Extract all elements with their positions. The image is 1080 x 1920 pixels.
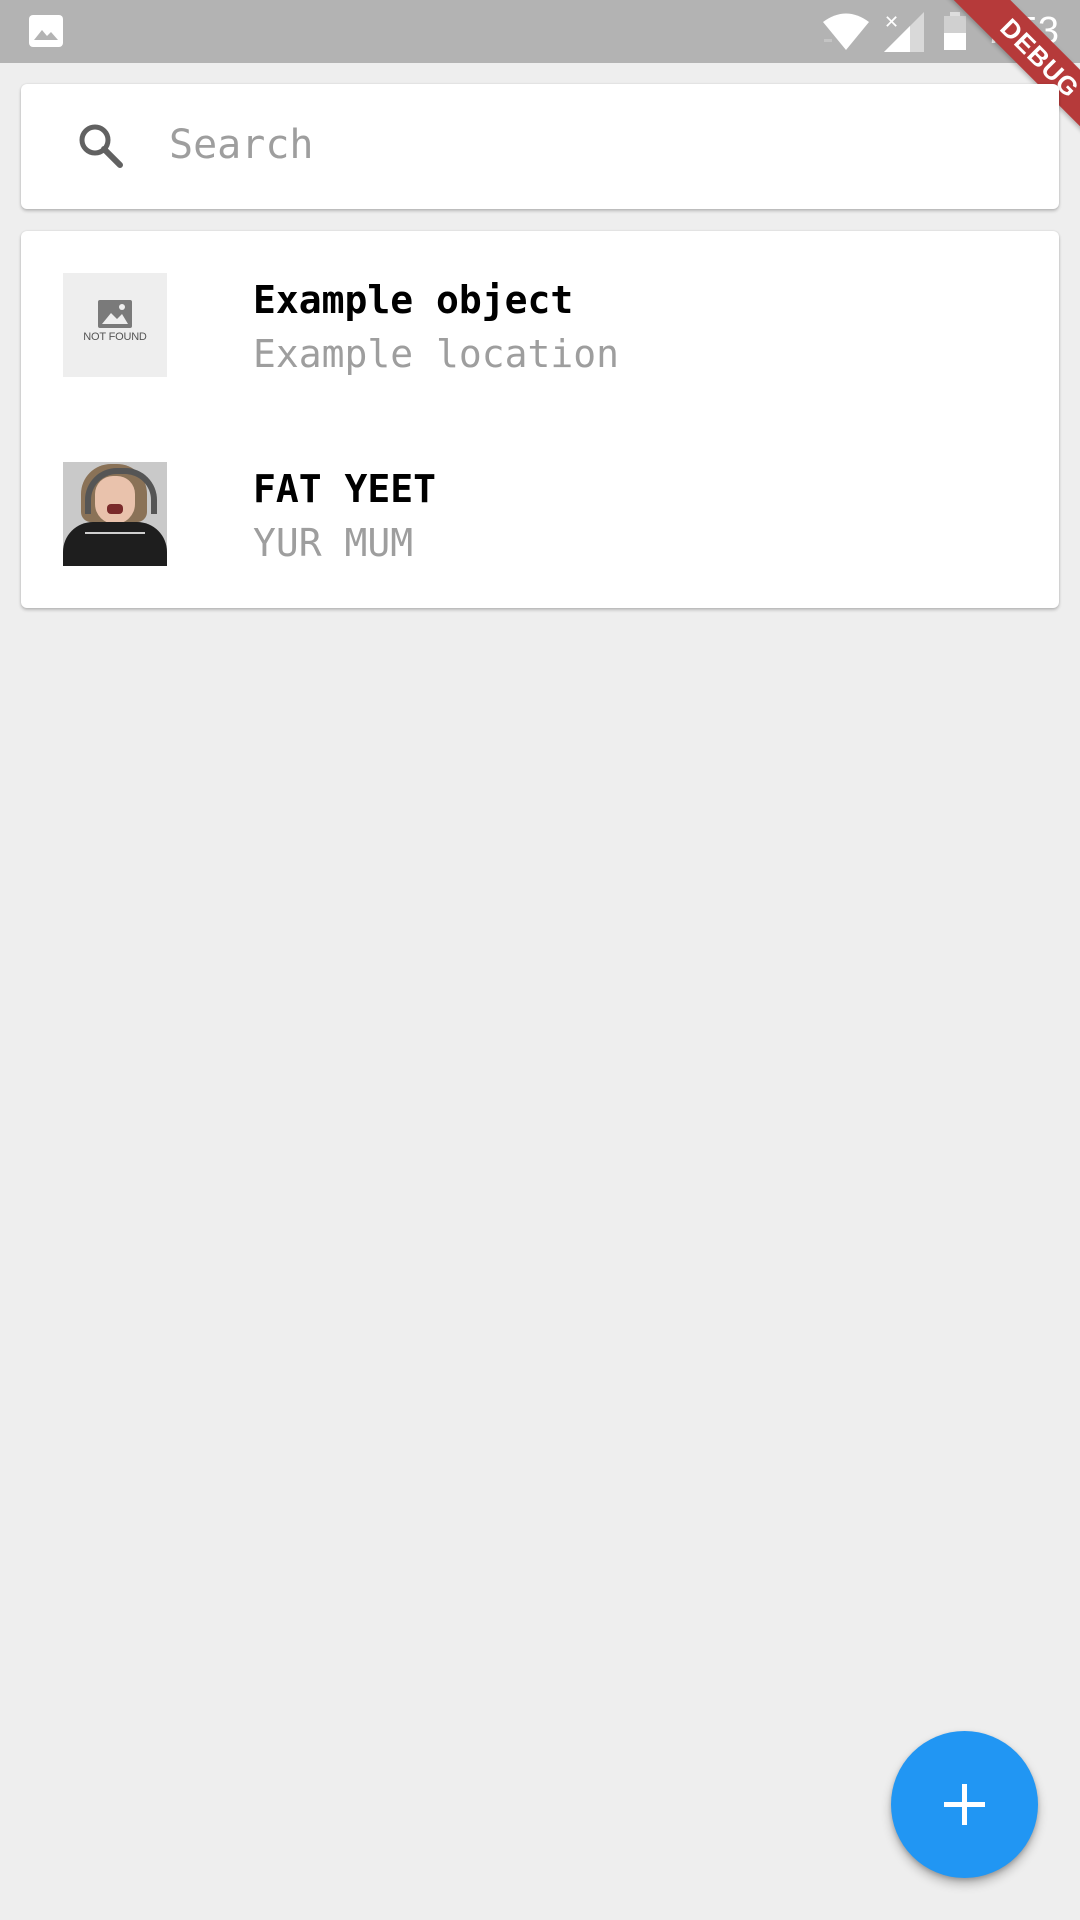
list-item[interactable]: FAT YEET YUR MUM (21, 420, 1059, 608)
item-photo (63, 462, 167, 566)
status-bar: ✕ 7:53 (0, 0, 1080, 63)
not-found-image-icon: NOT FOUND (63, 273, 167, 377)
signal-icon: ✕ (884, 12, 924, 52)
status-time: 7:53 (985, 10, 1059, 52)
gallery-icon (29, 15, 63, 47)
svg-text:✕: ✕ (884, 12, 899, 33)
item-title: Example object (253, 278, 574, 322)
add-button[interactable] (891, 1731, 1038, 1878)
item-title: FAT YEET (253, 467, 437, 511)
search-bar[interactable] (21, 84, 1059, 209)
battery-icon (944, 12, 966, 50)
item-subtitle: Example location (253, 332, 620, 376)
thumbnail-text: NOT FOUND (83, 331, 147, 343)
wifi-icon (823, 13, 869, 50)
search-icon (79, 124, 123, 168)
plus-icon (944, 1784, 985, 1825)
list-item[interactable]: NOT FOUND Example object Example locatio… (21, 231, 1059, 419)
item-subtitle: YUR MUM (253, 521, 414, 565)
search-input[interactable] (169, 114, 1029, 176)
object-list: NOT FOUND Example object Example locatio… (21, 231, 1059, 608)
